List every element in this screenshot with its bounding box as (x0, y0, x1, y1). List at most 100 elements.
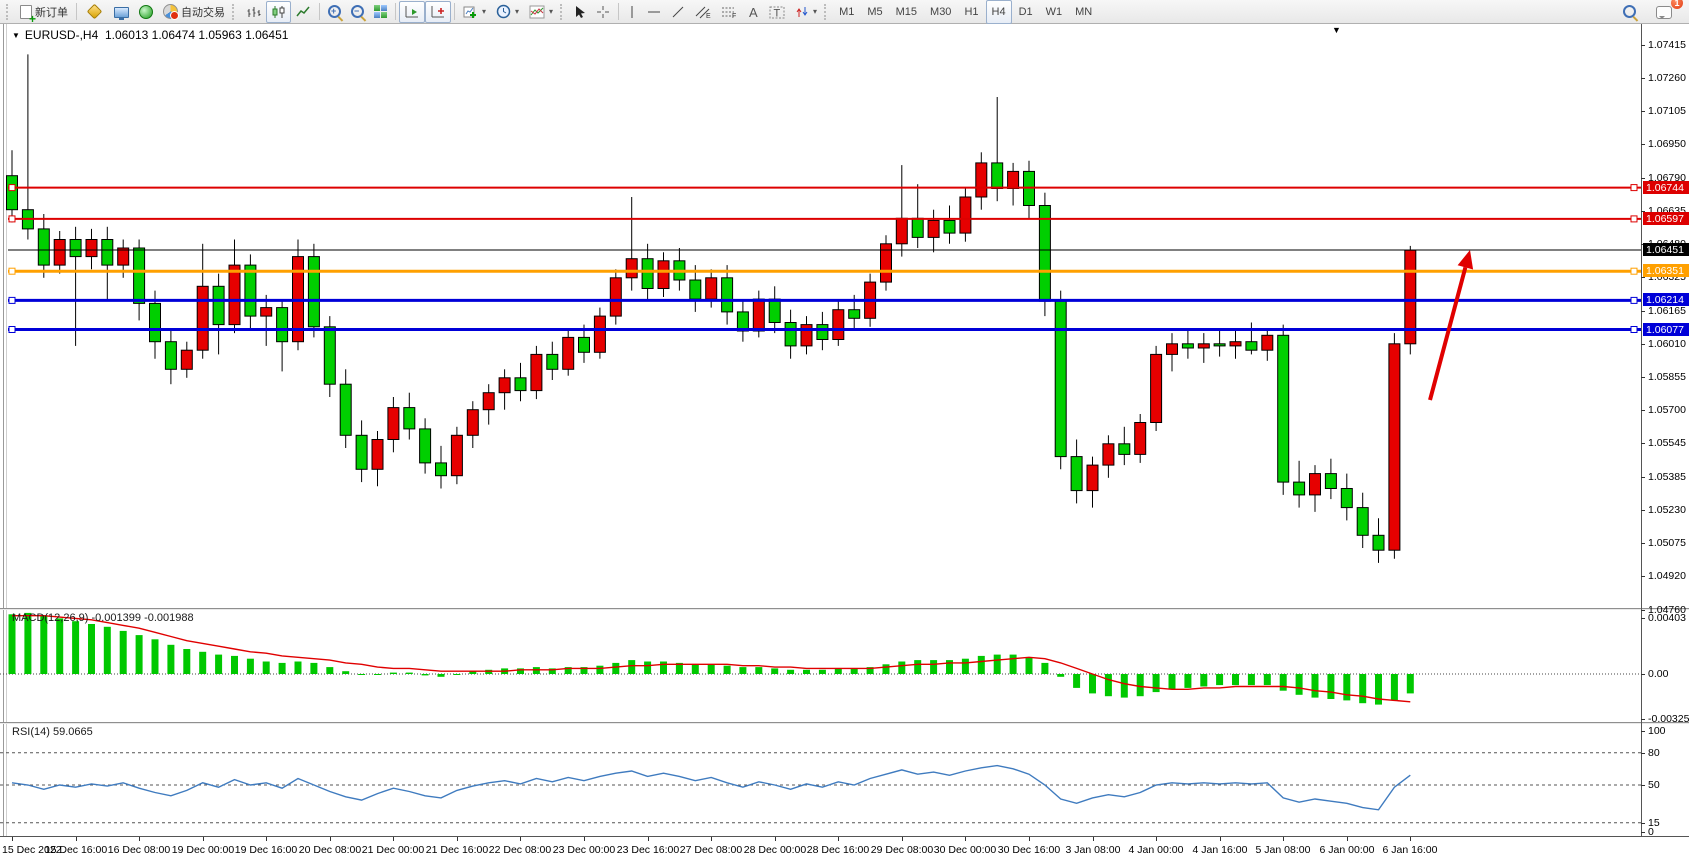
line-handle[interactable] (1631, 297, 1637, 303)
candlestick-chart-button[interactable] (266, 1, 291, 23)
text-label-icon: T (769, 5, 785, 19)
navigator-button[interactable] (134, 1, 158, 23)
vertical-line-button[interactable] (622, 1, 642, 23)
time-tick (775, 837, 776, 841)
candle (1151, 354, 1162, 422)
svg-text:A: A (749, 5, 758, 19)
line-handle[interactable] (1631, 268, 1637, 274)
line-handle[interactable] (1631, 327, 1637, 333)
macd-bar (787, 670, 794, 674)
new-order-button[interactable]: 新订单 (15, 1, 73, 23)
cursor-button[interactable] (569, 1, 591, 23)
horizontal-line-button[interactable] (642, 1, 666, 23)
chat-icon (1656, 6, 1672, 19)
chart-title: ▼EURUSD-,H4 1.06013 1.06474 1.05963 1.06… (12, 28, 288, 42)
timeframe-button-MN[interactable]: MN (1069, 0, 1098, 24)
chart-shift-button[interactable] (425, 1, 451, 23)
macd-bar (1105, 674, 1112, 696)
candle (849, 310, 860, 319)
search-icon (1623, 5, 1636, 18)
timeframe-button-M1[interactable]: M1 (833, 0, 860, 24)
autotrading-button[interactable]: 自动交易 (158, 1, 230, 23)
timeframe-button-W1[interactable]: W1 (1040, 0, 1069, 24)
candle (817, 325, 828, 340)
search-button[interactable] (1618, 1, 1641, 23)
macd-bar (994, 655, 1001, 674)
time-tick (584, 837, 585, 841)
bar-chart-button[interactable] (241, 1, 266, 23)
chart-shift-marker[interactable]: ▼ (1332, 25, 1341, 35)
macd-bar (1121, 674, 1128, 698)
candle (1389, 344, 1400, 550)
crosshair-button[interactable] (591, 1, 615, 23)
time-axis-label: 15 Dec 16:00 (45, 844, 107, 856)
candle (499, 378, 510, 393)
timeframe-button-M5[interactable]: M5 (861, 0, 888, 24)
macd-pane-svg[interactable] (0, 610, 1689, 723)
indicators-button[interactable]: ▾ (524, 1, 558, 23)
line-handle[interactable] (1631, 185, 1637, 191)
line-chart-button[interactable] (291, 1, 316, 23)
line-handle[interactable] (1631, 216, 1637, 222)
macd-bar (422, 674, 429, 675)
candle (1278, 335, 1289, 482)
candle (70, 240, 81, 257)
macd-bar (310, 663, 317, 674)
text-icon: A (747, 5, 759, 19)
timeframe-button-D1[interactable]: D1 (1013, 0, 1039, 24)
main-chart-svg[interactable] (0, 24, 1689, 608)
trendline-button[interactable] (666, 1, 690, 23)
data-window-button[interactable] (109, 1, 134, 23)
zoom-out-button[interactable]: − (346, 1, 369, 23)
time-axis-label: 27 Dec 08:00 (680, 844, 742, 856)
line-handle[interactable] (9, 297, 15, 303)
arrows-button[interactable]: ▾ (790, 1, 822, 23)
time-axis-label: 30 Dec 16:00 (998, 844, 1060, 856)
svg-text:T: T (774, 7, 781, 19)
macd-bar (231, 656, 238, 674)
timeframe-button-M15[interactable]: M15 (890, 0, 923, 24)
mt4-terminal: 新订单 自动交易 + − (0, 0, 1689, 861)
timeframe-button-H4[interactable]: H4 (986, 0, 1012, 24)
symbol-dropdown-icon[interactable]: ▼ (12, 31, 20, 40)
macd-bar (851, 668, 858, 674)
line-handle[interactable] (9, 216, 15, 222)
candle (1214, 344, 1225, 346)
macd-bar (1216, 674, 1223, 685)
market-watch-button[interactable] (80, 1, 109, 23)
time-axis-label: 19 Dec 00:00 (172, 844, 234, 856)
rsi-pane-svg[interactable] (0, 724, 1689, 835)
period-clock-button[interactable]: ▾ (491, 1, 524, 23)
line-handle[interactable] (9, 185, 15, 191)
timeframe-button-H1[interactable]: H1 (958, 0, 984, 24)
time-tick (1093, 837, 1094, 841)
equidistant-channel-button[interactable]: E (690, 1, 716, 23)
candle (404, 408, 415, 429)
macd-bar (1153, 674, 1160, 692)
macd-bar (167, 645, 174, 674)
timeframe-button-M30[interactable]: M30 (924, 0, 957, 24)
macd-bar (1026, 657, 1033, 674)
text-button[interactable]: A (742, 1, 764, 23)
time-axis[interactable]: 15 Dec 202215 Dec 16:0016 Dec 08:0019 De… (0, 836, 1689, 861)
text-label-button[interactable]: T (764, 1, 790, 23)
notifications-button[interactable]: 1 (1651, 1, 1677, 23)
trend-arrow-annotation[interactable] (1430, 267, 1465, 400)
macd-bar (596, 666, 603, 674)
tile-windows-button[interactable] (369, 1, 392, 23)
fibonacci-button[interactable]: F (716, 1, 742, 23)
zoom-in-button[interactable]: + (323, 1, 346, 23)
chart-window[interactable]: ▼EURUSD-,H4 1.06013 1.06474 1.05963 1.06… (0, 24, 1689, 861)
time-axis-label: 20 Dec 08:00 (299, 844, 361, 856)
candle (1373, 535, 1384, 550)
line-handle[interactable] (9, 327, 15, 333)
new-chart-button[interactable]: ▾ (458, 1, 491, 23)
candle (181, 350, 192, 369)
candle (451, 435, 462, 475)
candle (134, 248, 145, 303)
time-tick (711, 837, 712, 841)
candle (54, 240, 65, 266)
candle (1262, 335, 1273, 350)
auto-scroll-button[interactable] (399, 1, 425, 23)
line-handle[interactable] (9, 268, 15, 274)
